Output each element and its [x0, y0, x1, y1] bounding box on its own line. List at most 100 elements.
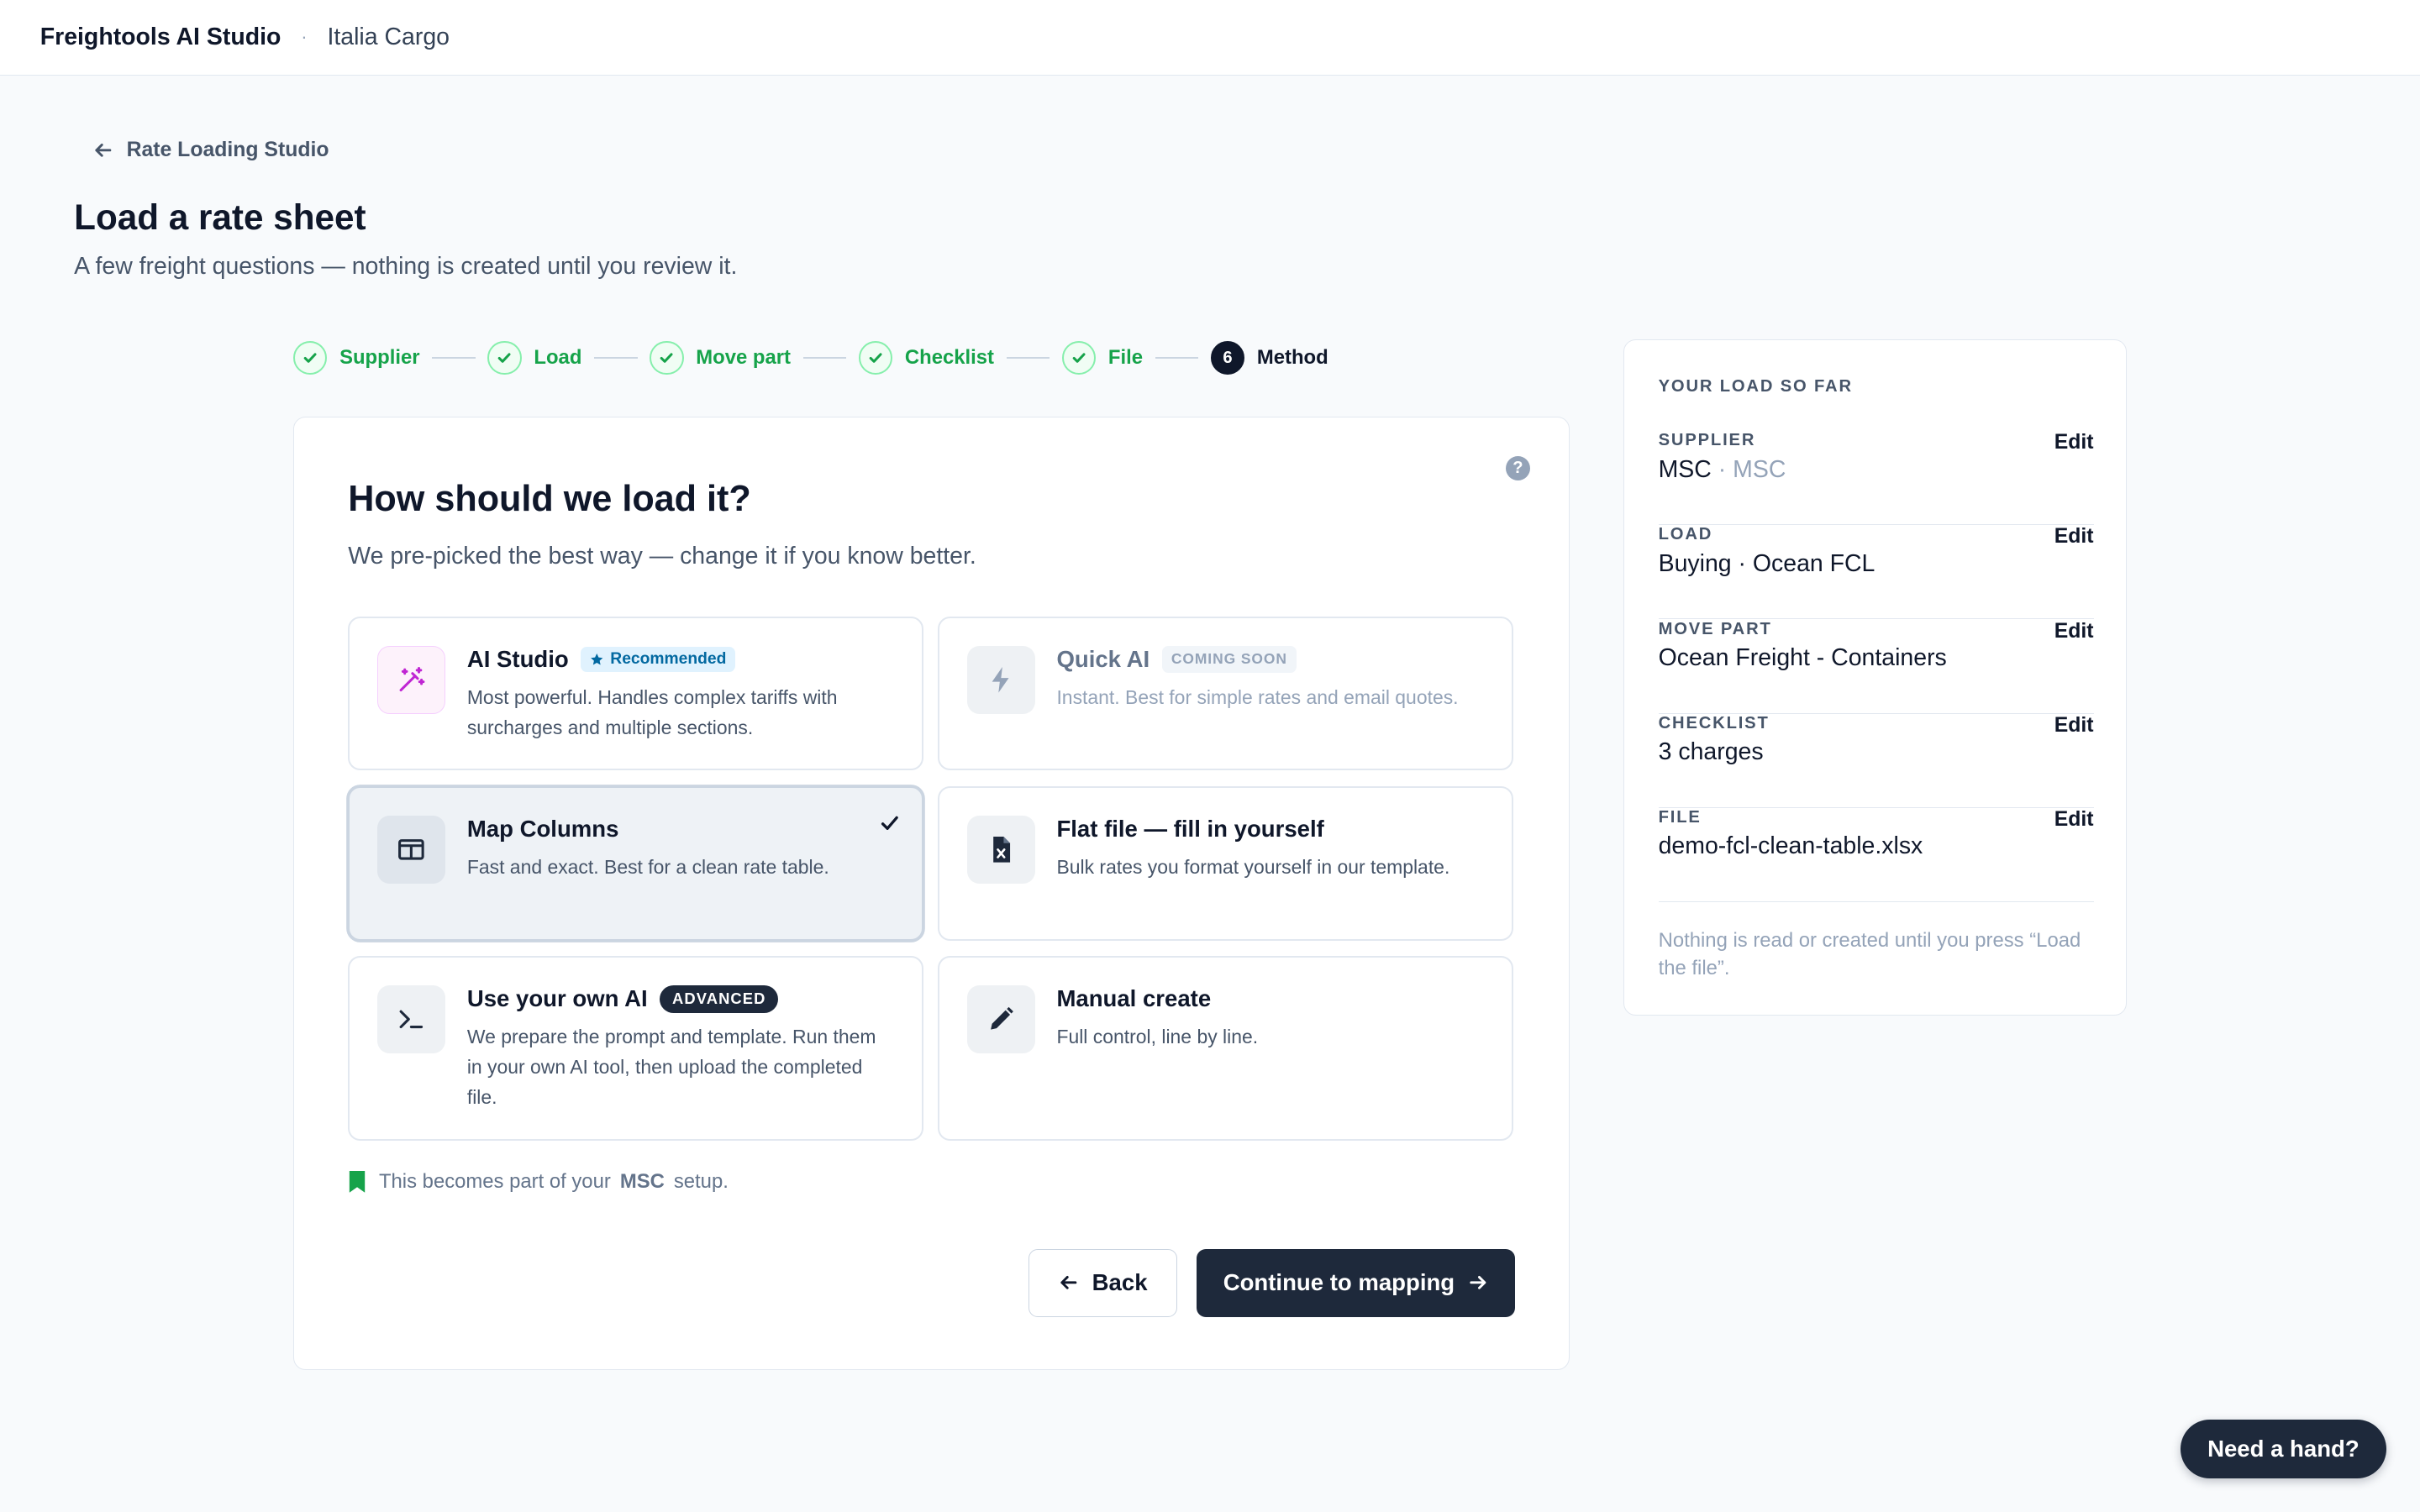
star-icon [591, 653, 603, 665]
supplier-name: MSC [1658, 455, 1712, 483]
summary-row-supplier: SUPPLIER MSC · MSC Edit [1658, 431, 2094, 526]
excel-file-icon [966, 815, 1035, 884]
option-quick-ai: Quick AI COMING SOON Instant. Best for s… [937, 616, 1513, 771]
option-manual-create[interactable]: Manual create Full control, line by line… [937, 955, 1513, 1142]
option-flat-file[interactable]: Flat file — fill in yourself Bulk rates … [937, 785, 1513, 941]
pencil-icon [966, 984, 1035, 1053]
step-label: Checklist [904, 346, 994, 370]
summary-value: Buying · Ocean FCL [1658, 549, 1876, 577]
magic-wand-icon [377, 645, 446, 714]
option-title: Map Columns [466, 815, 619, 842]
option-description: Full control, line by line. [1056, 1026, 1259, 1048]
check-icon [487, 340, 522, 375]
organization-name: Italia Cargo [327, 23, 450, 50]
note-suffix: setup. [673, 1170, 729, 1194]
step-supplier[interactable]: Supplier [292, 340, 420, 375]
option-description: Most powerful. Handles complex tariffs w… [466, 685, 838, 738]
check-icon [858, 340, 893, 375]
option-title-row: Map Columns [467, 816, 619, 843]
step-connector [1155, 357, 1199, 360]
bookmark-icon [350, 1171, 366, 1194]
check-icon [1061, 340, 1097, 375]
selected-check-icon [881, 816, 898, 831]
option-description: Fast and exact. Best for a clean rate ta… [466, 856, 829, 879]
summary-label: MOVE PART [1658, 619, 1772, 638]
help-icon[interactable]: ? [1505, 455, 1531, 481]
arrow-left-icon [1060, 1276, 1077, 1290]
step-label: Supplier [339, 346, 420, 370]
back-button[interactable]: Back [1028, 1248, 1177, 1317]
summary-value: 3 charges [1658, 738, 1764, 765]
option-title: Manual create [1056, 984, 1212, 1011]
step-move-part[interactable]: Move part [650, 340, 791, 375]
option-map-columns[interactable]: Map Columns Fast and exact. Best for a c… [348, 785, 924, 941]
edit-file-button[interactable]: Edit [2054, 808, 2094, 832]
option-title: Use your own AI [466, 985, 648, 1012]
step-connector [594, 357, 638, 360]
page-subtitle: A few freight questions — nothing is cre… [74, 253, 738, 281]
option-own-ai[interactable]: Use your own AI ADVANCED We prepare the … [348, 955, 924, 1142]
top-bar: Freightools AI Studio · Italia Cargo [0, 0, 2420, 76]
summary-label: SUPPLIER [1658, 431, 1756, 450]
columns-icon [377, 815, 446, 884]
step-load[interactable]: Load [487, 340, 582, 375]
option-ai-studio[interactable]: AI Studio Recommended Most powerful. Han… [348, 616, 924, 771]
step-label: Method [1256, 346, 1328, 370]
option-title-row: Quick AI COMING SOON [1056, 645, 1297, 673]
card-subtitle: We pre-picked the best way — change it i… [348, 542, 976, 570]
step-method: 6 Method [1210, 340, 1328, 375]
summary-label: LOAD [1658, 525, 1713, 544]
option-title: Flat file — fill in yourself [1056, 815, 1324, 842]
continue-button-label: Continue to mapping [1223, 1269, 1455, 1296]
step-label: Load [534, 346, 582, 370]
summary-label: FILE [1658, 807, 1702, 827]
continue-to-mapping-button[interactable]: Continue to mapping [1197, 1248, 1515, 1317]
summary-label: CHECKLIST [1658, 713, 1770, 732]
lightning-icon [966, 645, 1035, 714]
back-to-studio-link[interactable]: Rate Loading Studio [92, 139, 329, 162]
summary-value: Ocean Freight - Containers [1658, 643, 1947, 671]
edit-load-button[interactable]: Edit [2054, 525, 2094, 549]
summary-footnote: Nothing is read or created until you pre… [1658, 929, 2081, 980]
terminal-icon [377, 984, 446, 1053]
need-help-button[interactable]: Need a hand? [2181, 1419, 2386, 1478]
summary-row-move-part: MOVE PART Ocean Freight - Containers Edi… [1658, 619, 2094, 714]
edit-checklist-button[interactable]: Edit [2054, 714, 2094, 738]
supplier-secondary: MSC [1733, 455, 1786, 483]
option-title-row: Flat file — fill in yourself [1056, 816, 1323, 843]
advanced-badge: ADVANCED [660, 984, 779, 1013]
edit-supplier-button[interactable]: Edit [2054, 431, 2094, 454]
back-button-label: Back [1092, 1269, 1148, 1296]
badge-label: Recommended [610, 649, 727, 668]
check-icon [292, 340, 328, 375]
step-connector [1006, 357, 1050, 360]
step-label: Move part [696, 346, 791, 370]
summary-row-load: LOAD Buying · Ocean FCL Edit [1658, 525, 2094, 620]
note-prefix: This becomes part of your [378, 1170, 611, 1194]
summary-value: MSC · MSC [1659, 456, 1786, 484]
supplier-separator: · [1718, 455, 1727, 483]
step-label: File [1107, 346, 1143, 370]
arrow-right-icon [1470, 1276, 1486, 1290]
step-connector [432, 357, 476, 360]
summary-row-file: FILE demo-fcl-clean-table.xlsx Edit [1658, 807, 2094, 902]
step-connector [802, 357, 847, 360]
check-icon [650, 340, 684, 375]
option-title: Quick AI [1056, 645, 1150, 672]
note-supplier: MSC [619, 1170, 665, 1194]
step-checklist[interactable]: Checklist [858, 340, 994, 375]
app-title[interactable]: Freightools AI Studio [40, 24, 281, 51]
option-description: We prepare the prompt and template. Run … [466, 1026, 876, 1108]
option-title-row: Manual create [1056, 985, 1211, 1012]
option-title-row: Use your own AI ADVANCED [466, 984, 779, 1013]
option-description: Bulk rates you format yourself in our te… [1056, 856, 1450, 879]
method-card: ? How should we load it? We pre-picked t… [292, 416, 1570, 1370]
summary-value: demo-fcl-clean-table.xlsx [1658, 832, 1923, 859]
title-separator: · [301, 26, 308, 48]
summary-row-checklist: CHECKLIST 3 charges Edit [1658, 713, 2094, 808]
edit-move-part-button[interactable]: Edit [2054, 620, 2094, 643]
summary-heading: YOUR LOAD SO FAR [1658, 377, 1853, 396]
step-file[interactable]: File [1061, 340, 1143, 375]
app-root: Freightools AI Studio · Italia Cargo Rat… [0, 0, 2420, 1512]
coming-soon-badge: COMING SOON [1161, 645, 1297, 673]
